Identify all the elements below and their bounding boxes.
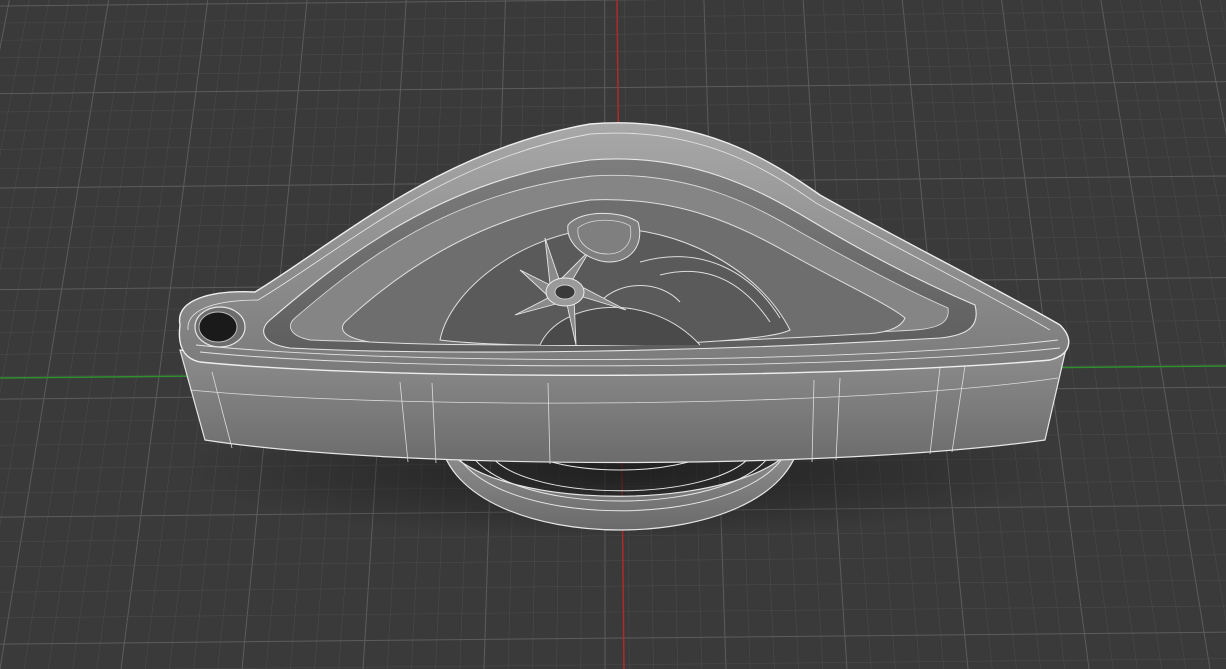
grid-line (1219, 0, 1226, 32)
grid-line (0, 45, 1226, 59)
grid-line (0, 579, 1226, 593)
grid-line (23, 0, 129, 669)
grid-line (0, 0, 90, 528)
3d-viewport[interactable] (0, 0, 1226, 669)
grid-line (0, 81, 1226, 95)
3d-model[interactable] (178, 122, 1070, 540)
grid-line (0, 99, 1226, 113)
grid-line (0, 0, 50, 272)
grid-line (96, 0, 189, 669)
grid-line (0, 0, 110, 669)
grid-line (72, 0, 169, 669)
grid-line (0, 554, 1226, 568)
grid-line (0, 605, 1226, 619)
grid-line (0, 0, 10, 51)
wheel-hub-center (545, 277, 585, 307)
viewport-canvas[interactable] (0, 0, 1226, 669)
grid-line (146, 658, 1226, 669)
grid-line (0, 63, 1226, 76)
grid-line (0, 0, 30, 157)
grid-line (0, 10, 1226, 24)
grid-line (0, 631, 1226, 645)
key-ring-hole (194, 306, 246, 348)
grid-line (48, 0, 149, 669)
